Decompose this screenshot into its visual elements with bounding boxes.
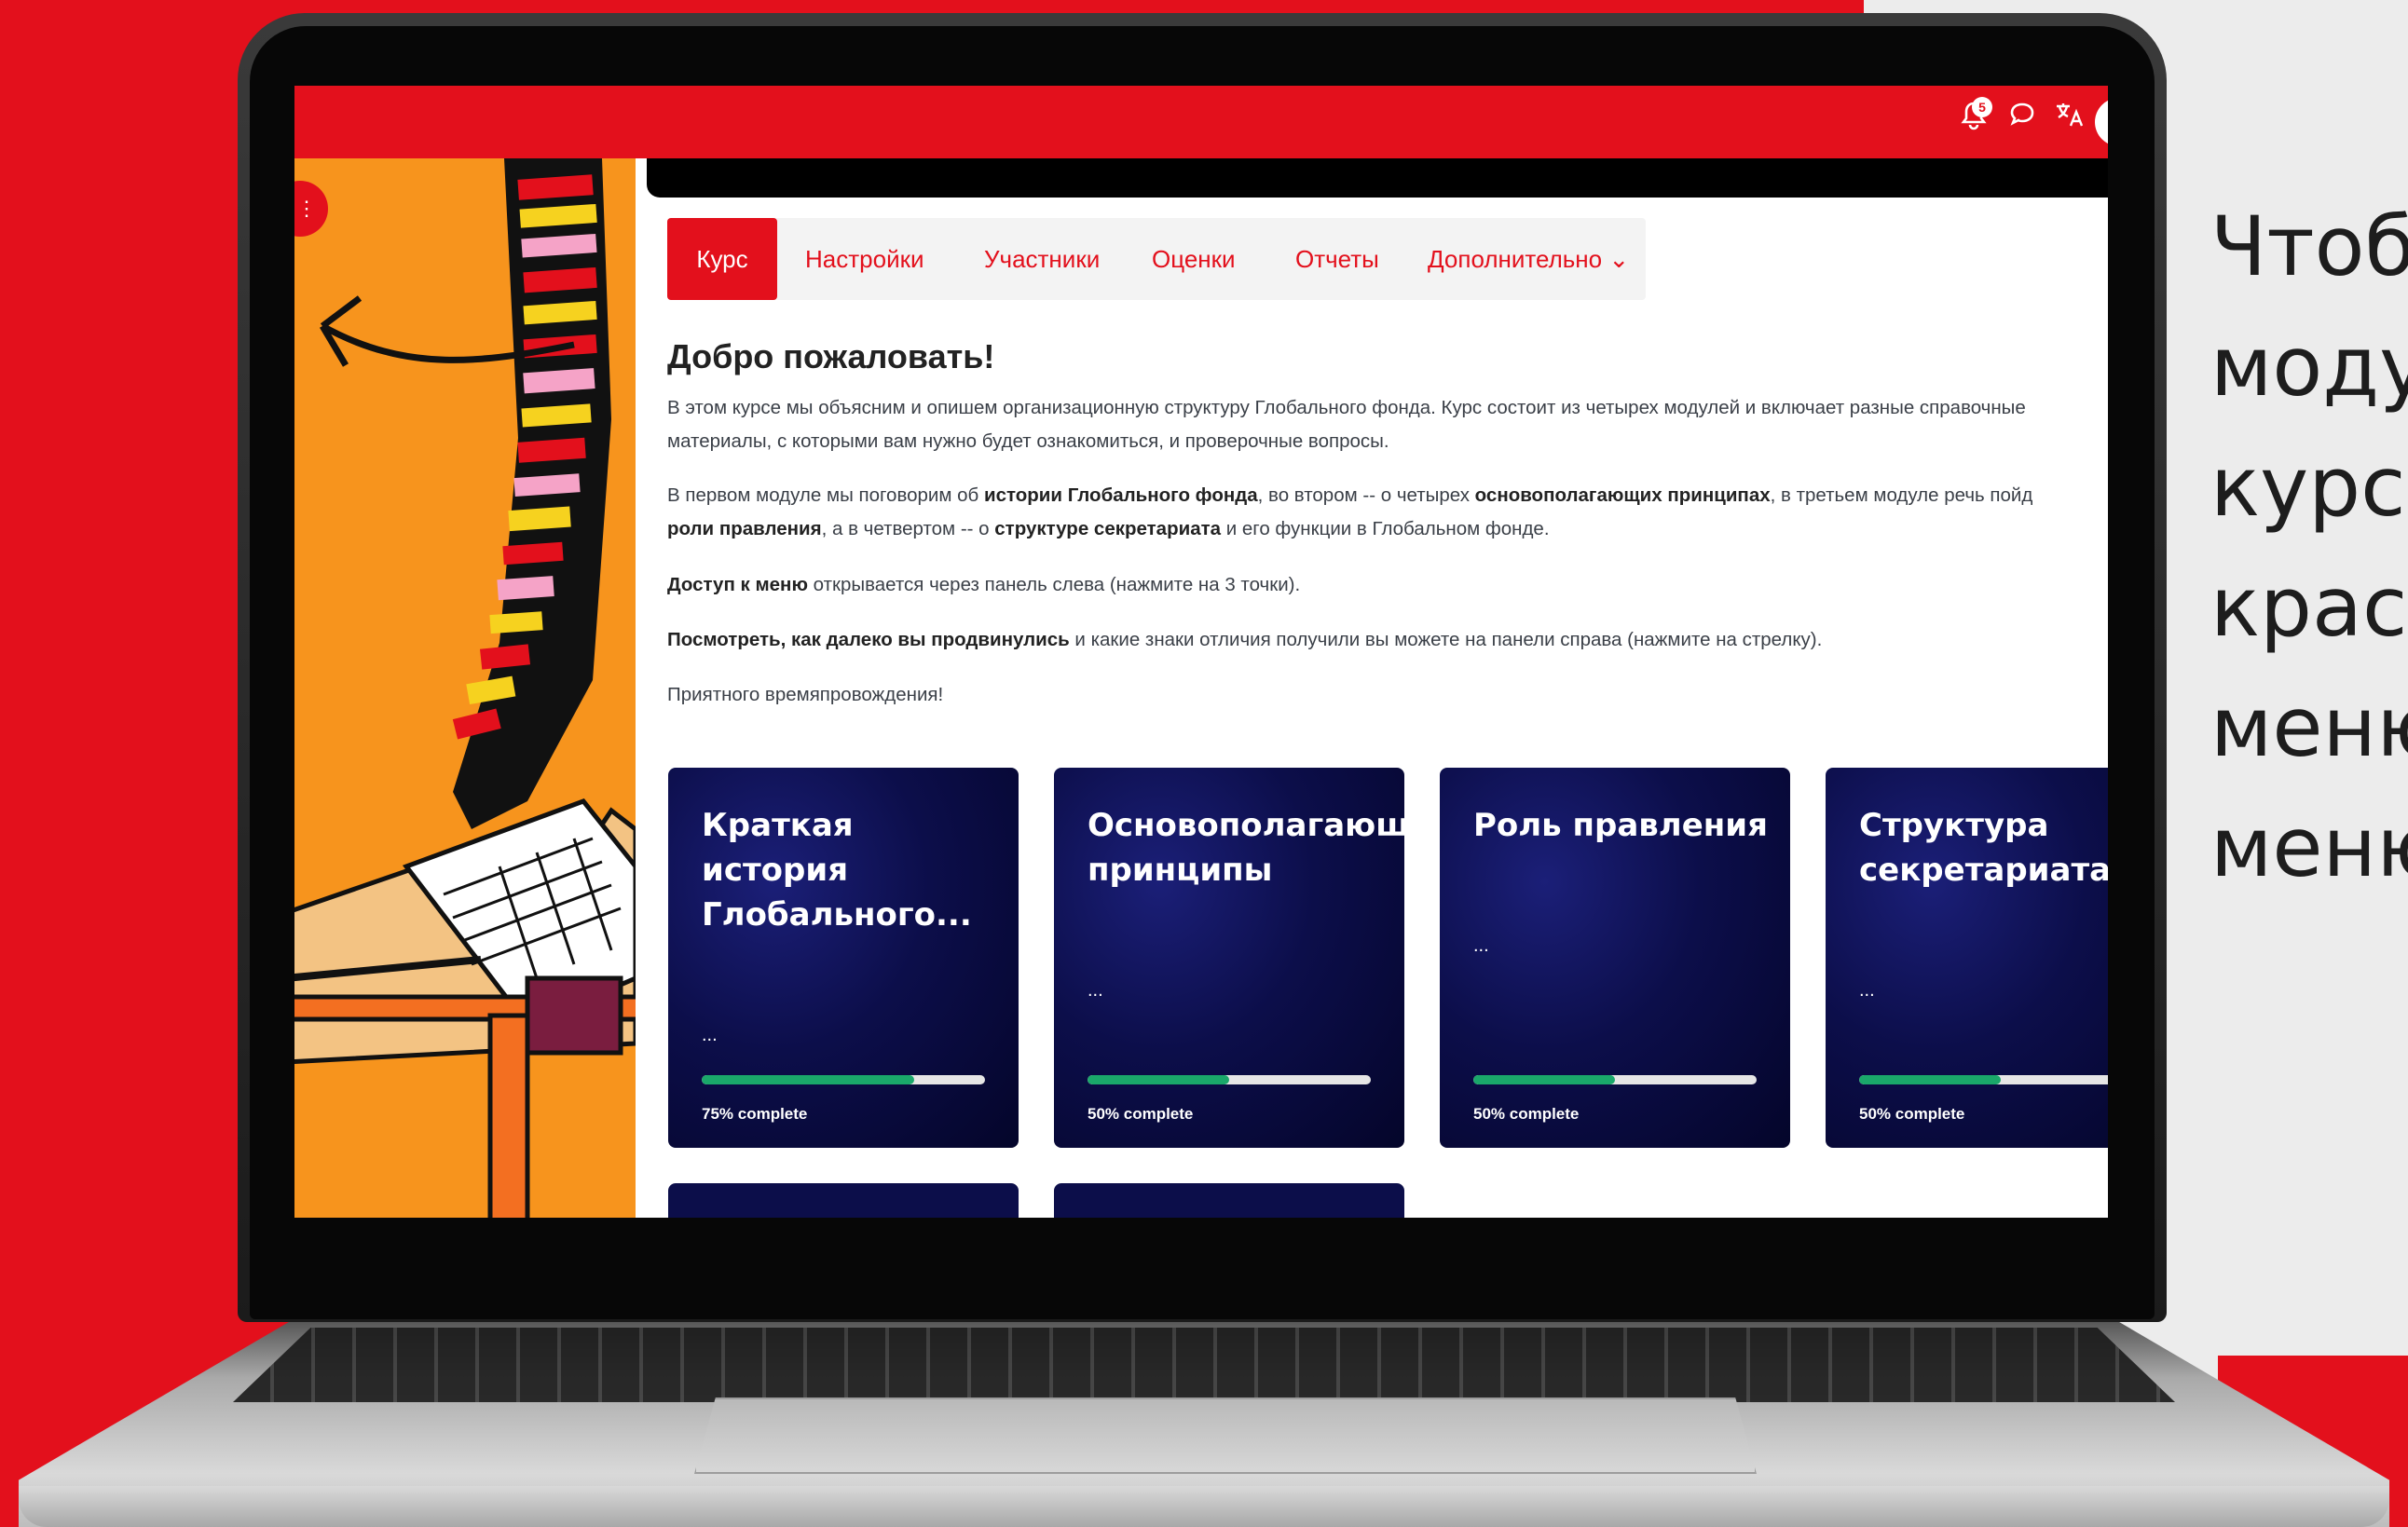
text-run: и какие знаки отличия получили вы можете… [1069,629,1823,650]
side-text-line: меню [2210,799,2408,895]
progress-fill [702,1075,914,1084]
tab-course[interactable]: Курс [667,218,777,300]
intro-paragraph: В этом курсе мы объясним и опишем органи… [667,391,2108,458]
progress-fill [1473,1075,1615,1084]
module-summary: ... [1088,980,1103,1001]
side-text-line: Чтоб [2210,198,2408,294]
text-run: , а в четвертом -- о [821,518,995,539]
top-navbar: 5 [294,86,2108,158]
translate-icon[interactable] [2051,101,2088,138]
chat-icon[interactable] [2004,101,2041,138]
module-title: Основополагающ принципы [1088,803,1404,893]
module-card-partial[interactable] [1054,1183,1404,1218]
text-run: и его функции в Глобальном фонде. [1221,518,1550,539]
progress-label: 50% complete [1473,1105,1580,1123]
module-card[interactable]: Структура секретариата ... 50% complete [1826,768,2108,1148]
progress-bar [1473,1075,1757,1084]
module-card[interactable]: Основополагающ принципы ... 50% complete [1054,768,1404,1148]
progress-bar [1088,1075,1371,1084]
laptop-trackpad [694,1397,1757,1474]
text-bold: структуре секретариата [994,518,1222,539]
text-run: , во втором -- о четырех [1257,484,1475,506]
module-title-line: принципы [1088,852,1273,889]
modules-paragraph: В первом модуле мы поговорим об истории … [667,479,2108,546]
progress-fill [1859,1075,2001,1084]
tab-reports[interactable]: Отчеты [1295,218,1379,300]
notification-badge: 5 [1972,97,1992,117]
module-card-partial[interactable] [668,1183,1019,1218]
course-illustration [294,158,636,1218]
course-header-strip [647,158,2108,198]
side-text-line: меню [2210,679,2408,775]
text-bold: Доступ к меню [667,574,808,595]
module-title-line: Роль правления [1473,807,1768,844]
progress-label: 75% complete [702,1105,808,1123]
module-summary: ... [1473,935,1489,956]
closing-paragraph: Приятного времяпровождения! [667,684,944,705]
module-title: Роль правления [1473,803,1790,848]
tab-settings[interactable]: Настройки [805,218,924,300]
welcome-title: Добро пожаловать! [667,337,995,375]
laptop-screen: 5 ⋮ Курс Настройки Участники Оценки Отче… [294,86,2108,1218]
module-title-line: секретариата [1859,852,2108,889]
module-title-line: Основополагающ [1088,807,1404,844]
laptop-keyboard [233,1328,2175,1402]
intro-line: В этом курсе мы объясним и опишем органи… [667,397,2026,418]
laptop-base-lip [19,1486,2389,1527]
module-summary: ... [702,1025,718,1045]
module-title-line: Глобального... [702,896,972,934]
side-text-line: курса [2210,439,2408,535]
side-text-line: краси [2210,559,2408,655]
module-card[interactable]: Роль правления ... 50% complete [1440,768,1790,1148]
module-summary: ... [1859,980,1875,1001]
module-title-line: Краткая [702,807,854,844]
tab-participants[interactable]: Участники [984,218,1100,300]
module-title: Структура секретариата [1859,803,2108,893]
text-bold: роли правления [667,518,822,539]
tab-more[interactable]: Дополнительно ⌄ [1428,218,1629,300]
text-run: открывается через панель слева (нажмите … [807,574,1301,595]
module-title-line: Структура [1859,807,2049,844]
text-run: В первом модуле мы поговорим об [667,484,984,506]
text-bold: истории Глобального фонда [983,484,1258,506]
progress-label: 50% complete [1088,1105,1194,1123]
progress-label: 50% complete [1859,1105,1965,1123]
text-run: , в третьем модуле речь пойд [1770,484,2033,506]
text-bold: Посмотреть, как далеко вы продвинулись [667,629,1070,650]
slide-side-text: Чтоб моду курса краси меню меню [2210,186,2408,907]
progress-bar [702,1075,985,1084]
module-card[interactable]: Краткая история Глобального... ... 75% c… [668,768,1019,1148]
dots-vertical-icon: ⋮ [296,197,317,220]
text-bold: основополагающих принципах [1474,484,1771,506]
menu-access-paragraph: Доступ к меню открывается через панель с… [667,568,2108,602]
course-tabs: Курс Настройки Участники Оценки Отчеты Д… [667,218,1646,300]
intro-line: материалы, с которыми вам нужно будет оз… [667,430,1389,452]
tab-grades[interactable]: Оценки [1152,218,1236,300]
progress-info-paragraph: Посмотреть, как далеко вы продвинулись и… [667,623,2108,657]
module-title-line: история [702,852,849,889]
module-title: Краткая история Глобального... [702,803,1019,937]
progress-bar [1859,1075,2108,1084]
user-avatar[interactable] [2095,98,2108,146]
side-text-line: моду [2210,319,2408,415]
progress-fill [1088,1075,1229,1084]
